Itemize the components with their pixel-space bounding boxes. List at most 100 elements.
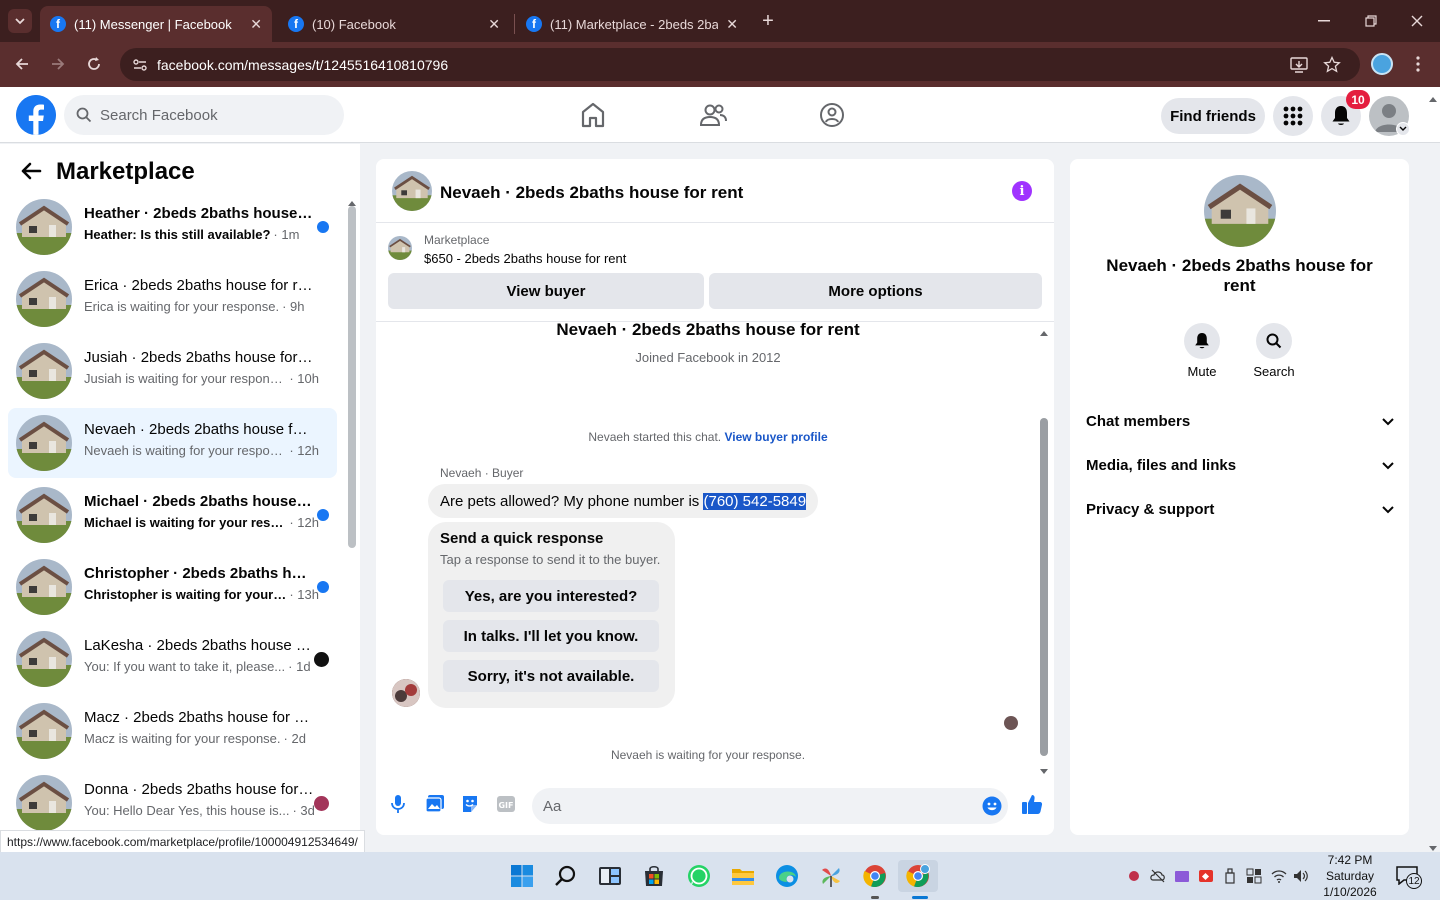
tab-close-icon[interactable]: ✕	[726, 16, 738, 33]
more-options-button[interactable]: More options	[709, 273, 1042, 309]
listing-thumbnail[interactable]	[388, 236, 412, 260]
unread-dot	[317, 221, 329, 233]
find-friends-button[interactable]: Find friends	[1161, 98, 1265, 134]
tab-facebook[interactable]: f (10) Facebook ✕	[278, 6, 510, 42]
profile-avatar[interactable]	[1371, 53, 1393, 75]
page-scrollbar-up-icon[interactable]	[1428, 90, 1438, 108]
back-icon[interactable]	[10, 52, 34, 76]
info-avatar[interactable]	[1204, 175, 1276, 247]
chrome-icon[interactable]	[859, 860, 891, 892]
snippet-time: · 12h	[289, 443, 319, 458]
seen-avatar	[1004, 716, 1018, 730]
section-label: Media, files and links	[1086, 456, 1237, 474]
site-settings-icon[interactable]	[132, 57, 148, 78]
sticker-icon[interactable]	[460, 794, 480, 819]
tab-search-icon[interactable]	[8, 9, 32, 33]
file-explorer-icon[interactable]	[727, 860, 759, 892]
nav-home-icon[interactable]	[578, 101, 608, 129]
house-thumbnail-icon	[16, 559, 72, 615]
taskbar-search-icon[interactable]	[550, 860, 582, 892]
photo-icon[interactable]	[425, 794, 445, 819]
notification-center-icon[interactable]: 12	[1396, 865, 1422, 889]
house-thumbnail-icon	[16, 271, 72, 327]
chrome-profile-icon[interactable]	[898, 860, 938, 892]
account-chevron-icon[interactable]	[1396, 122, 1410, 136]
microsoft-store-icon[interactable]	[638, 860, 670, 892]
search-conversation-button[interactable]	[1256, 323, 1292, 359]
info-title: Nevaeh · 2beds 2baths house for rent	[1106, 256, 1373, 295]
minimize-icon[interactable]	[1310, 9, 1338, 33]
nav-friends-icon[interactable]	[698, 101, 728, 129]
back-arrow-icon[interactable]	[20, 160, 42, 187]
mute-button[interactable]	[1184, 323, 1220, 359]
conversation-item[interactable]: Erica · 2beds 2baths house for rent Erica…	[8, 264, 337, 334]
section-label: Chat members	[1086, 412, 1191, 430]
windows-start-icon[interactable]	[506, 860, 538, 892]
bookmark-star-icon[interactable]	[1323, 55, 1341, 79]
close-window-icon[interactable]	[1403, 9, 1431, 33]
grid-tray-icon[interactable]	[1246, 868, 1262, 884]
tab-marketplace[interactable]: f (11) Marketplace - 2beds 2baths ✕	[516, 6, 748, 42]
sidebar-scroll-up-icon[interactable]	[347, 194, 357, 212]
address-omnibox[interactable]: facebook.com/messages/t/1245516410810796	[120, 48, 1360, 81]
system-clock[interactable]: 7:42 PM Saturday 1/10/2026	[1318, 852, 1382, 900]
task-view-icon[interactable]	[594, 860, 626, 892]
emoji-icon[interactable]	[982, 796, 1002, 821]
tab-messenger[interactable]: f (11) Messenger | Facebook ✕	[40, 6, 272, 42]
whatsapp-icon[interactable]	[683, 860, 715, 892]
message-phone-number[interactable]: (760) 542-5849	[703, 492, 807, 510]
quick-response-in-talks[interactable]: In talks. I'll let you know.	[443, 620, 659, 652]
tab-close-icon[interactable]: ✕	[488, 16, 500, 33]
quick-response-not-available[interactable]: Sorry, it's not available.	[443, 660, 659, 692]
chat-info-icon[interactable]: i	[1012, 181, 1032, 201]
conversation-item[interactable]: Michael · 2beds 2baths house for rent Mic…	[8, 480, 337, 550]
thumbs-up-icon[interactable]	[1021, 793, 1043, 820]
conversation-item[interactable]: Jusiah · 2beds 2baths house for rent Jusi…	[8, 336, 337, 406]
thread-scrollbar[interactable]	[1040, 418, 1048, 756]
incoming-message[interactable]: Are pets allowed? My phone number is (76…	[428, 484, 819, 518]
conversation-avatar	[16, 559, 72, 615]
conversation-item[interactable]: Nevaeh · 2beds 2baths house for rent Neva…	[8, 408, 337, 478]
privacy-support-row[interactable]: Privacy & support	[1086, 489, 1394, 529]
microphone-icon[interactable]	[390, 794, 406, 819]
conversation-item[interactable]: Donna · 2beds 2baths house for rent You: …	[8, 768, 337, 838]
reload-icon[interactable]	[82, 52, 106, 76]
chat-members-row[interactable]: Chat members	[1086, 401, 1394, 441]
folder-tray-icon[interactable]	[1174, 868, 1190, 884]
security-tray-icon[interactable]	[1126, 868, 1142, 884]
quick-response-yes[interactable]: Yes, are you interested?	[443, 580, 659, 612]
thread-scroll-up-icon[interactable]	[1039, 324, 1049, 342]
restore-icon[interactable]	[1357, 9, 1385, 33]
facebook-search-input[interactable]: Search Facebook	[64, 95, 344, 135]
wifi-icon[interactable]	[1271, 868, 1287, 884]
new-tab-icon[interactable]: +	[756, 9, 780, 33]
conversation-item[interactable]: Christopher · 2beds 2baths house for ren…	[8, 552, 337, 622]
view-buyer-profile-link[interactable]: View buyer profile	[724, 430, 827, 444]
conversation-item[interactable]: Macz · 2beds 2baths house for rent Macz i…	[8, 696, 337, 766]
usb-tray-icon[interactable]	[1222, 868, 1238, 884]
conversation-item[interactable]: LaKesha · 2beds 2baths house for rent You…	[8, 624, 337, 694]
snippet-text: Macz is waiting for your response.	[84, 731, 281, 746]
view-buyer-button[interactable]: View buyer	[388, 273, 704, 309]
cloud-offline-icon[interactable]	[1150, 868, 1166, 884]
tab-close-icon[interactable]: ✕	[250, 16, 262, 33]
anydesk-tray-icon[interactable]	[1198, 868, 1214, 884]
media-files-row[interactable]: Media, files and links	[1086, 445, 1394, 485]
facebook-logo[interactable]	[16, 95, 56, 135]
message-input[interactable]: Aa	[532, 788, 1008, 824]
gif-icon[interactable]: GIF	[496, 794, 516, 819]
sender-avatar[interactable]	[392, 679, 420, 707]
install-app-icon[interactable]	[1290, 56, 1308, 79]
forward-icon[interactable]	[46, 52, 70, 76]
browser-menu-icon[interactable]	[1408, 52, 1428, 76]
conversation-item[interactable]: Heather · 2beds 2baths house for rent Hea…	[8, 192, 337, 262]
nav-groups-icon[interactable]	[817, 101, 847, 129]
sidebar-scrollbar[interactable]	[348, 206, 356, 548]
edge-icon[interactable]	[771, 860, 803, 892]
seen-avatar	[314, 796, 329, 811]
chat-header-avatar[interactable]	[392, 171, 432, 211]
listing-price-title[interactable]: $650 - 2beds 2baths house for rent	[424, 251, 626, 266]
menu-grid-button[interactable]	[1273, 96, 1313, 136]
app-pinwheel-icon[interactable]	[815, 860, 847, 892]
volume-icon[interactable]	[1293, 868, 1309, 884]
